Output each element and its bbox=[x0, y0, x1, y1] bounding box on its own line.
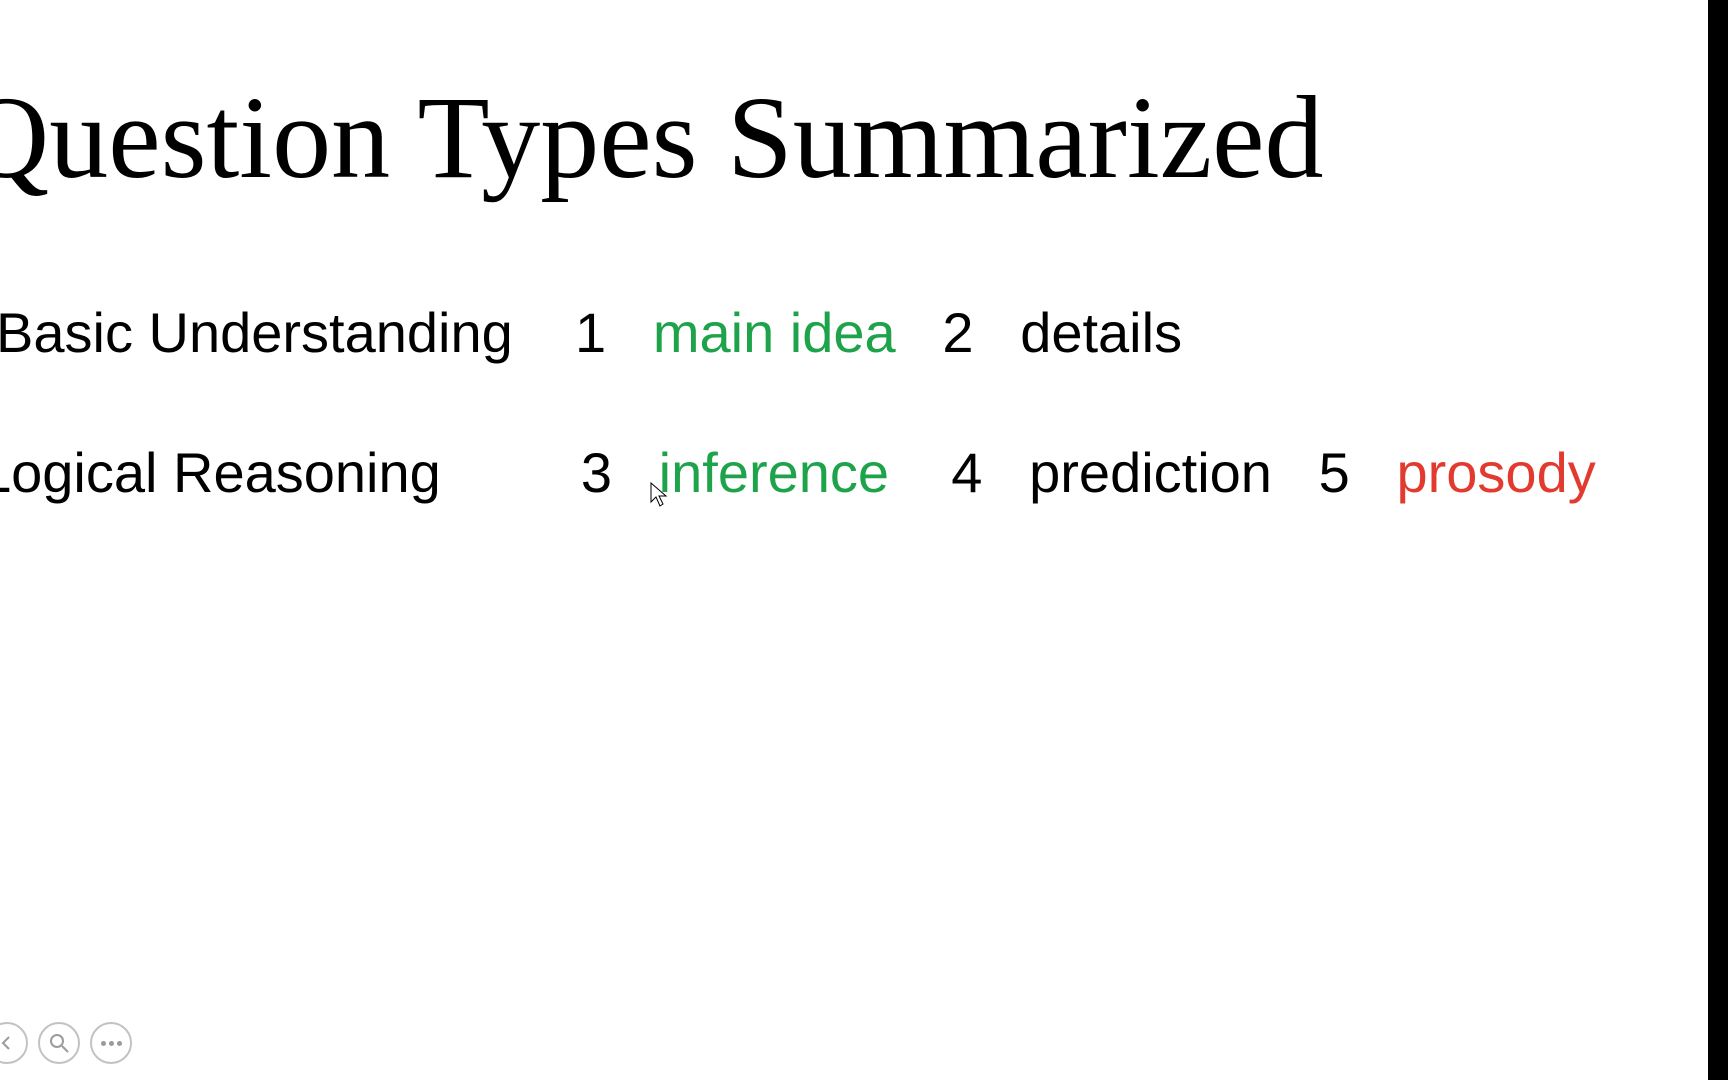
zoom-button[interactable] bbox=[38, 1022, 80, 1064]
line-logical-reasoning: Logical Reasoning 3 inference 4 predicti… bbox=[0, 440, 1596, 505]
slide-title: Question Types Summarized bbox=[0, 70, 1323, 206]
item-prediction: prediction bbox=[1029, 441, 1272, 504]
item-number: 1 bbox=[575, 301, 606, 364]
item-details: details bbox=[1020, 301, 1182, 364]
item-prosody: prosody bbox=[1396, 441, 1595, 504]
item-number: 4 bbox=[951, 441, 982, 504]
magnifier-icon bbox=[48, 1032, 70, 1054]
item-inference: inference bbox=[659, 441, 889, 504]
item-number: 2 bbox=[942, 301, 973, 364]
category-label: Logical Reasoning bbox=[0, 441, 441, 504]
chevron-left-icon bbox=[0, 1035, 15, 1051]
line-basic-understanding: Basic Understanding 1 main idea 2 detail… bbox=[0, 300, 1182, 365]
prev-button[interactable] bbox=[0, 1022, 28, 1064]
item-number: 5 bbox=[1319, 441, 1350, 504]
ellipsis-icon bbox=[101, 1041, 122, 1046]
presentation-controls bbox=[0, 1022, 132, 1064]
item-number: 3 bbox=[581, 441, 612, 504]
more-button[interactable] bbox=[90, 1022, 132, 1064]
category-label: Basic Understanding bbox=[0, 301, 513, 364]
item-main-idea: main idea bbox=[653, 301, 896, 364]
slide: Question Types Summarized Basic Understa… bbox=[0, 0, 1728, 1080]
right-border-strip bbox=[1708, 0, 1728, 1080]
